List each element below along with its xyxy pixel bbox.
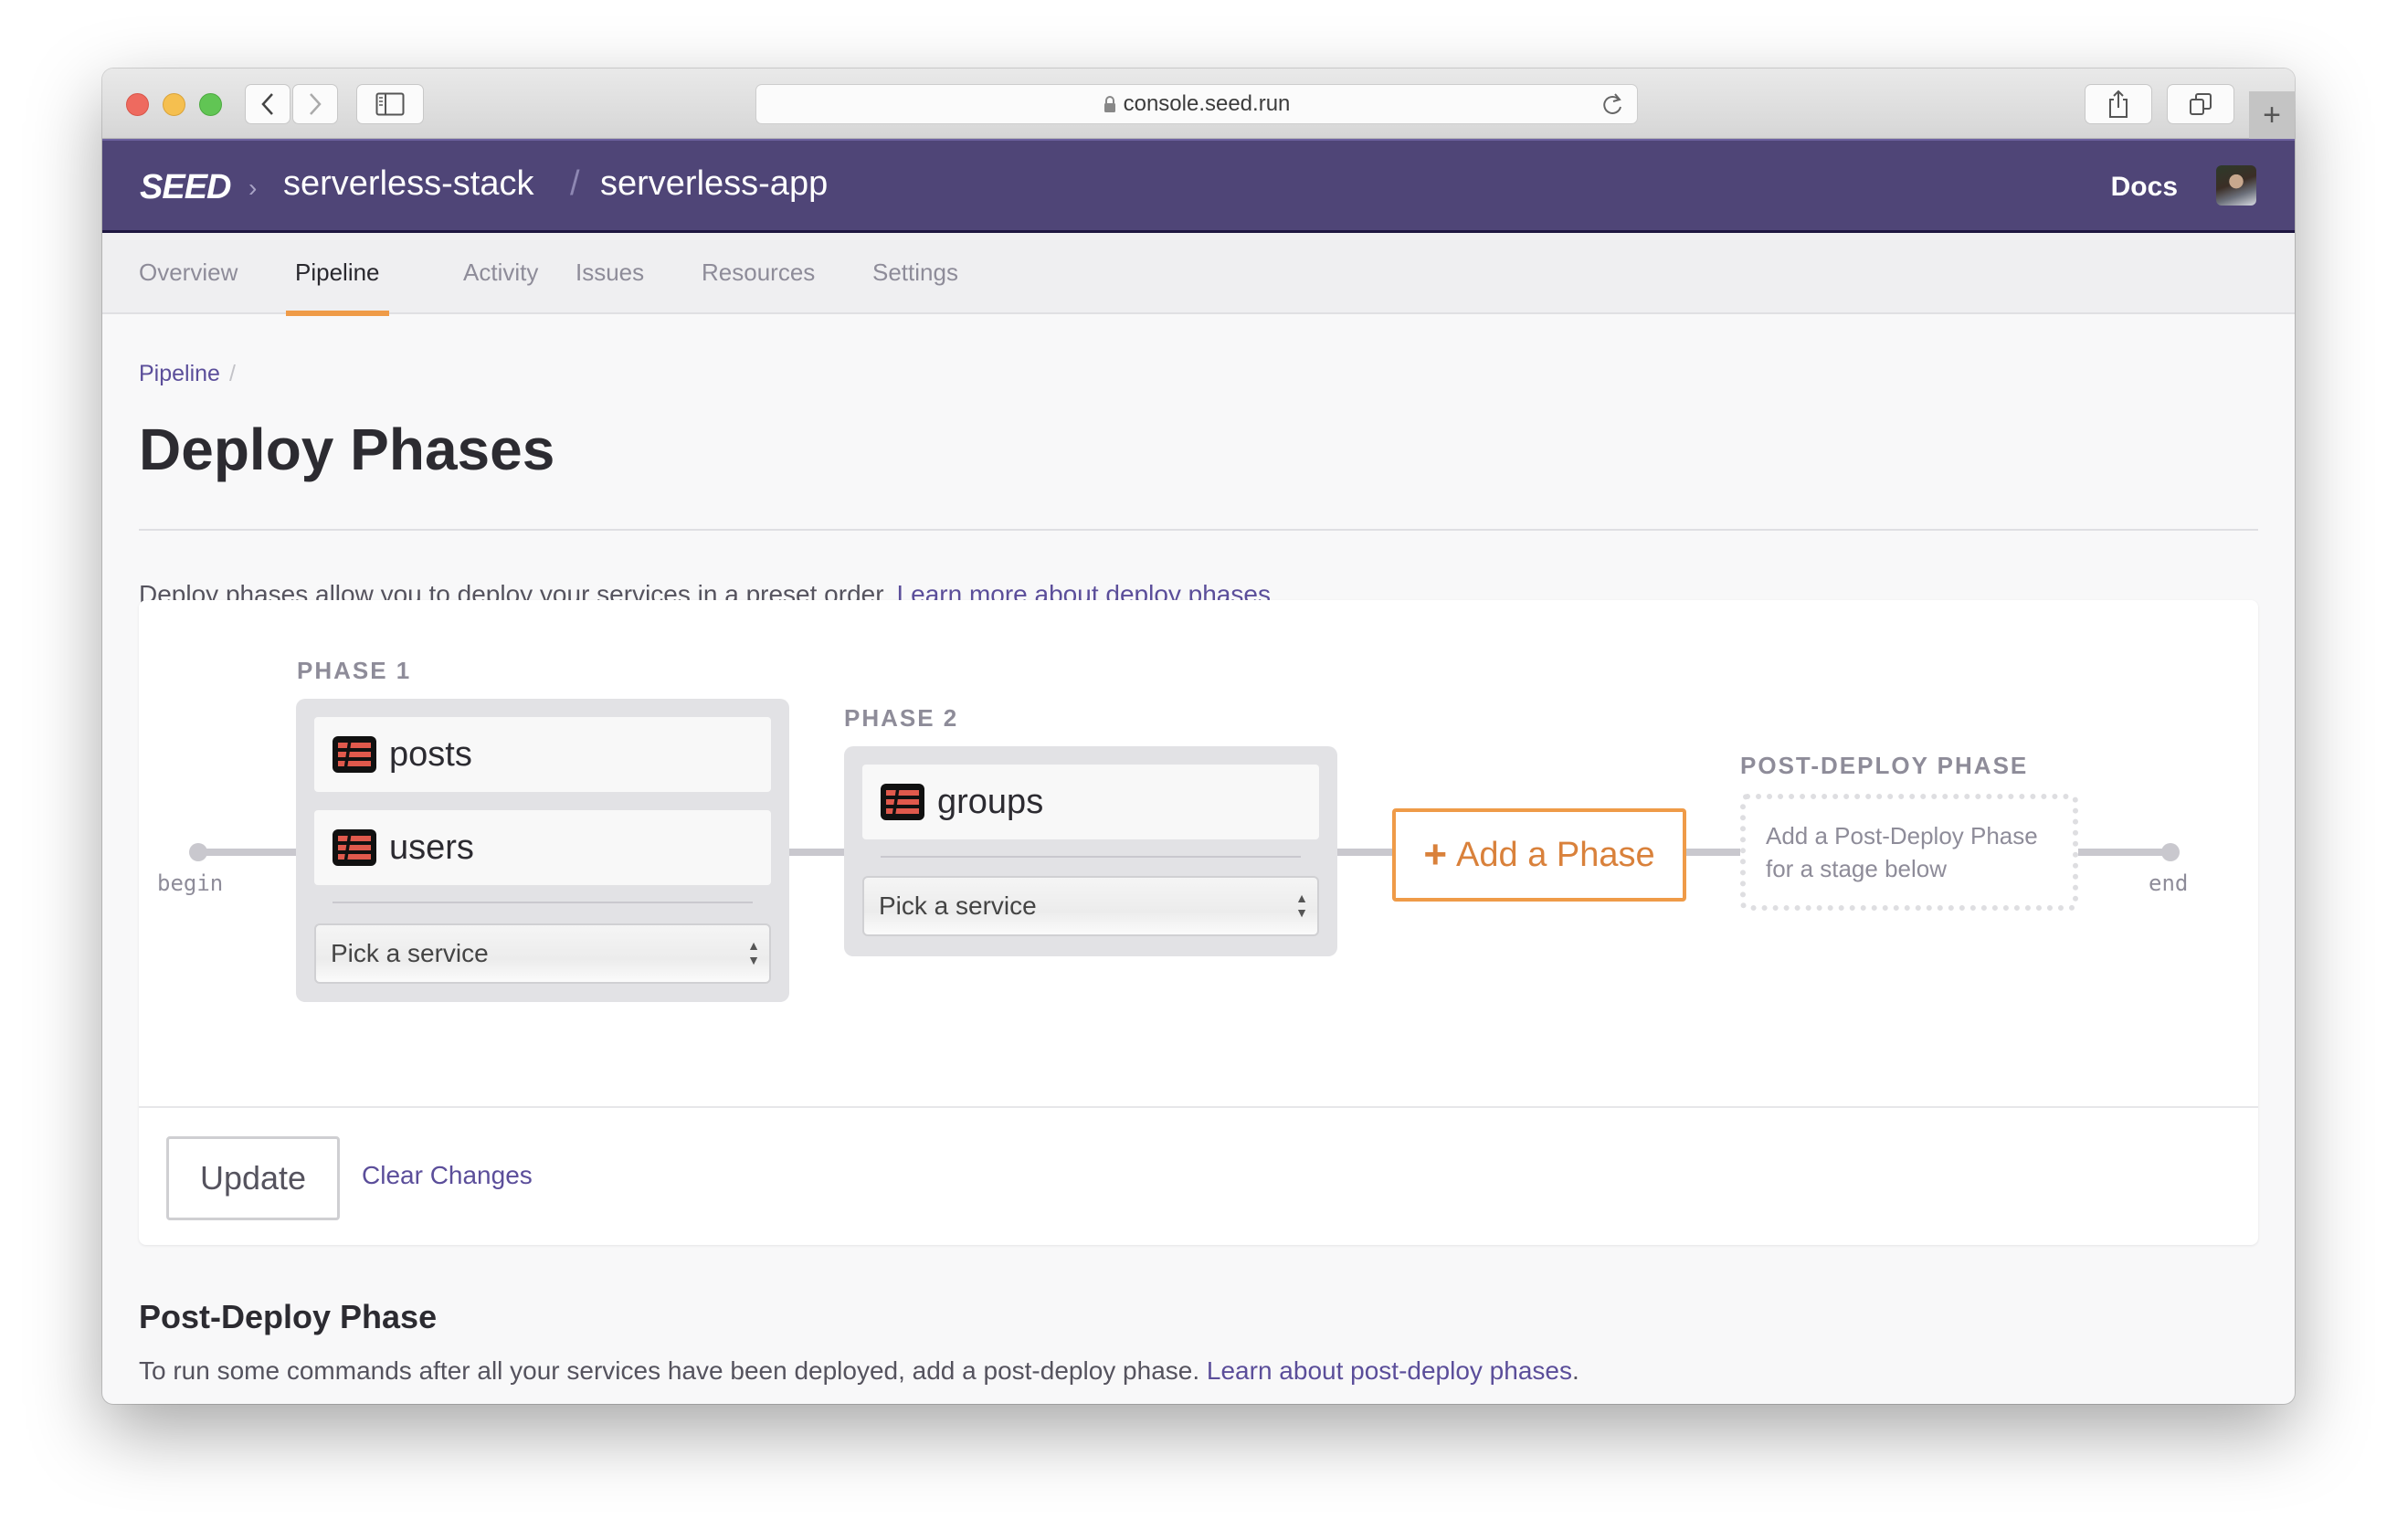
post-deploy-section-text: To run some commands after all your serv… (139, 1356, 1579, 1386)
phase-divider (333, 902, 753, 903)
post-deploy-label: POST-DEPLOY PHASE (1740, 752, 2029, 779)
docs-link[interactable]: Docs (2111, 172, 2178, 203)
reload-icon[interactable] (1600, 92, 1624, 124)
phase-2-box: groups Pick a service ▲ ▼ (844, 746, 1337, 956)
app-header: SEED › serverless-stack / serverless-app… (102, 139, 2295, 233)
tab-resources[interactable]: Resources (702, 233, 815, 314)
post-deploy-line-2: for a stage below (1766, 855, 1948, 882)
close-window-button[interactable] (126, 93, 149, 116)
breadcrumb-chevron-icon: › (248, 174, 258, 202)
plus-icon: + (2263, 97, 2281, 132)
chevron-right-icon (310, 93, 322, 115)
breadcrumb-pipeline-link[interactable]: Pipeline (139, 361, 220, 386)
serverless-service-icon (333, 829, 376, 866)
url-text: console.seed.run (1123, 91, 1291, 116)
begin-label: begin (157, 870, 224, 896)
select-arrows-icon: ▲ ▼ (1295, 891, 1308, 920)
seed-logo[interactable]: SEED (140, 168, 231, 207)
select-value: Pick a service (331, 939, 489, 967)
service-card-posts[interactable]: posts (314, 717, 771, 792)
phase-connector (1686, 849, 1741, 856)
learn-post-deploy-link[interactable]: Learn about post-deploy phases (1207, 1356, 1572, 1385)
end-dot (2161, 843, 2180, 861)
select-value: Pick a service (879, 891, 1037, 920)
sidebar-icon (375, 92, 405, 116)
tab-pipeline[interactable]: Pipeline (286, 233, 388, 316)
post-deploy-description: To run some commands after all your serv… (139, 1356, 1200, 1385)
service-name: groups (937, 782, 1044, 821)
user-avatar[interactable] (2216, 165, 2256, 206)
end-label: end (2149, 870, 2189, 896)
app-nav-tabs: Overview Pipeline Activity Issues Resour… (102, 233, 2295, 316)
serverless-service-icon (881, 784, 924, 820)
phase-divider (881, 856, 1301, 858)
card-footer: Update Clear Changes (139, 1106, 2258, 1245)
share-icon (2109, 90, 2128, 118)
phase-connector (789, 849, 844, 856)
add-phase-button[interactable]: + Add a Phase (1392, 808, 1686, 902)
breadcrumb: Pipeline / (139, 361, 236, 387)
browser-titlebar: console.seed.run + (102, 69, 2295, 139)
new-tab-button[interactable]: + (2249, 91, 2295, 139)
post-deploy-section-title: Post-Deploy Phase (139, 1298, 438, 1335)
service-name: posts (389, 734, 472, 774)
minimize-window-button[interactable] (163, 93, 185, 116)
back-button[interactable] (245, 84, 290, 124)
select-arrows-icon: ▲ ▼ (747, 938, 760, 967)
breadcrumb-separator: / (228, 361, 236, 386)
phase-1-label: PHASE 1 (297, 657, 412, 684)
post-deploy-period: . (1571, 1356, 1579, 1385)
begin-connector (198, 849, 297, 856)
phase-2-service-select[interactable]: Pick a service ▲ ▼ (862, 876, 1319, 936)
zoom-window-button[interactable] (199, 93, 222, 116)
post-deploy-line-1: Add a Post-Deploy Phase (1766, 822, 2038, 849)
phase-2-label: PHASE 2 (844, 704, 959, 732)
phase-connector (1337, 849, 1392, 856)
sidebar-button[interactable] (356, 84, 424, 124)
end-connector (2078, 849, 2173, 856)
tab-issues[interactable]: Issues (575, 233, 644, 314)
add-phase-label: Add a Phase (1456, 835, 1655, 874)
lock-icon (1103, 95, 1116, 113)
serverless-service-icon (333, 736, 376, 773)
forward-button[interactable] (292, 84, 338, 124)
app-link[interactable]: serverless-app (600, 164, 828, 204)
tab-activity[interactable]: Activity (463, 233, 538, 314)
add-post-deploy-phase[interactable]: Add a Post-Deploy Phase for a stage belo… (1740, 794, 2078, 911)
tabs-icon (2190, 93, 2212, 115)
browser-window: console.seed.run + SEED › serverless-sta… (102, 69, 2295, 1404)
service-card-groups[interactable]: groups (862, 765, 1319, 839)
chevron-left-icon (261, 93, 273, 115)
plus-icon: + (1423, 832, 1448, 877)
page-title: Deploy Phases (139, 417, 555, 482)
show-tabs-button[interactable] (2167, 84, 2234, 124)
tab-overview[interactable]: Overview (139, 233, 238, 314)
deploy-phases-card: begin PHASE 1 posts users Pick a service… (139, 600, 2258, 1245)
service-name: users (389, 828, 474, 867)
title-divider (139, 529, 2258, 531)
header-separator: / (570, 164, 580, 203)
tab-settings[interactable]: Settings (872, 233, 958, 314)
service-card-users[interactable]: users (314, 810, 771, 885)
address-bar[interactable]: console.seed.run (755, 84, 1638, 124)
phase-1-service-select[interactable]: Pick a service ▲ ▼ (314, 923, 771, 984)
clear-changes-link[interactable]: Clear Changes (362, 1161, 533, 1190)
update-button[interactable]: Update (166, 1136, 340, 1220)
share-button[interactable] (2085, 84, 2152, 124)
phase-1-box: posts users Pick a service ▲ ▼ (296, 699, 789, 1002)
org-link[interactable]: serverless-stack (283, 164, 534, 204)
